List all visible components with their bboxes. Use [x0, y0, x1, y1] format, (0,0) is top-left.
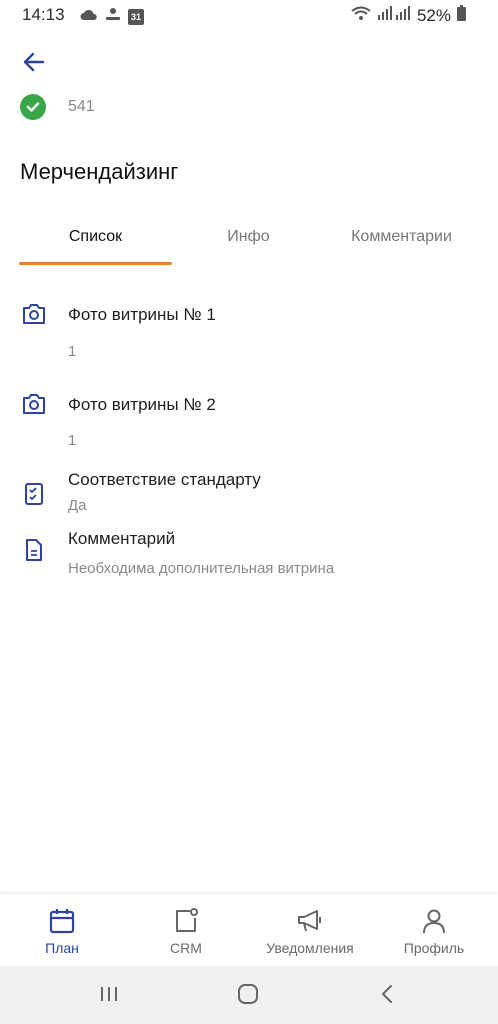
nav-label: Уведомления — [266, 940, 354, 956]
arrow-left-icon — [23, 52, 45, 77]
document-number: 541 — [68, 98, 95, 115]
back-button[interactable] — [18, 48, 50, 80]
person-icon — [419, 906, 449, 936]
status-right: 52% — [351, 5, 466, 26]
field-photo-2[interactable]: Фото витрины № 2 1 — [0, 390, 498, 460]
field-photo-1[interactable]: Фото витрины № 1 1 — [0, 300, 498, 370]
field-label: Фото витрины № 2 — [68, 395, 216, 414]
cloud-icon — [80, 8, 98, 26]
back-icon — [380, 984, 394, 1009]
checklist-icon — [20, 480, 48, 508]
field-label: Комментарий — [68, 529, 176, 548]
check-circle-icon — [20, 94, 46, 120]
calendar-icon — [47, 906, 77, 936]
field-value: Да — [68, 497, 87, 514]
nav-label: Профиль — [403, 940, 465, 956]
field-label: Фото витрины № 1 — [68, 305, 216, 324]
tab-bar: Список Инфо Комментарии — [0, 212, 498, 266]
megaphone-icon — [295, 906, 325, 936]
crm-icon — [171, 906, 201, 936]
calendar-day: 31 — [130, 11, 141, 22]
nav-crm[interactable]: CRM — [124, 894, 248, 966]
bottom-navigation: План CRM Уведомления Профиль — [0, 894, 498, 966]
weather-icon — [104, 6, 122, 27]
status-time: 14:13 — [22, 5, 65, 24]
tab-list[interactable]: Список — [19, 212, 172, 262]
home-button[interactable] — [228, 982, 268, 1010]
nav-label: CRM — [170, 940, 202, 956]
status-bar: 14:13 31 52% — [0, 0, 498, 30]
page-title: Мерчендайзинг — [20, 159, 179, 184]
system-navigation-bar — [0, 966, 498, 1024]
field-value: Необходима дополнительная витрина — [68, 560, 335, 577]
system-back-button[interactable] — [367, 982, 407, 1010]
field-standard-compliance[interactable]: Соответствие стандарту Да — [0, 468, 498, 518]
document-icon — [20, 536, 48, 564]
battery-icon — [457, 5, 466, 26]
camera-icon — [20, 390, 48, 418]
nav-label: План — [45, 940, 79, 956]
field-value: 1 — [68, 343, 77, 360]
calendar-icon: 31 — [128, 8, 144, 25]
tab-info[interactable]: Инфо — [172, 212, 325, 262]
battery-percent: 52% — [416, 5, 451, 25]
wifi-icon — [351, 5, 371, 26]
tab-indicator — [19, 262, 172, 265]
field-comment[interactable]: Комментарий Необходима дополнительная ви… — [0, 528, 498, 578]
nav-plan[interactable]: План — [0, 894, 124, 966]
tab-comments[interactable]: Комментарии — [325, 212, 478, 262]
nav-profile[interactable]: Профиль — [372, 894, 496, 966]
camera-icon — [20, 300, 48, 328]
recents-button[interactable] — [89, 982, 129, 1010]
signal-icon — [377, 5, 411, 26]
recents-icon — [99, 985, 119, 1008]
home-icon — [237, 983, 259, 1010]
status-left-icons: 31 — [80, 6, 144, 27]
field-label: Соответствие стандарту — [68, 470, 261, 489]
nav-notifications[interactable]: Уведомления — [248, 894, 372, 966]
field-value: 1 — [68, 432, 77, 449]
